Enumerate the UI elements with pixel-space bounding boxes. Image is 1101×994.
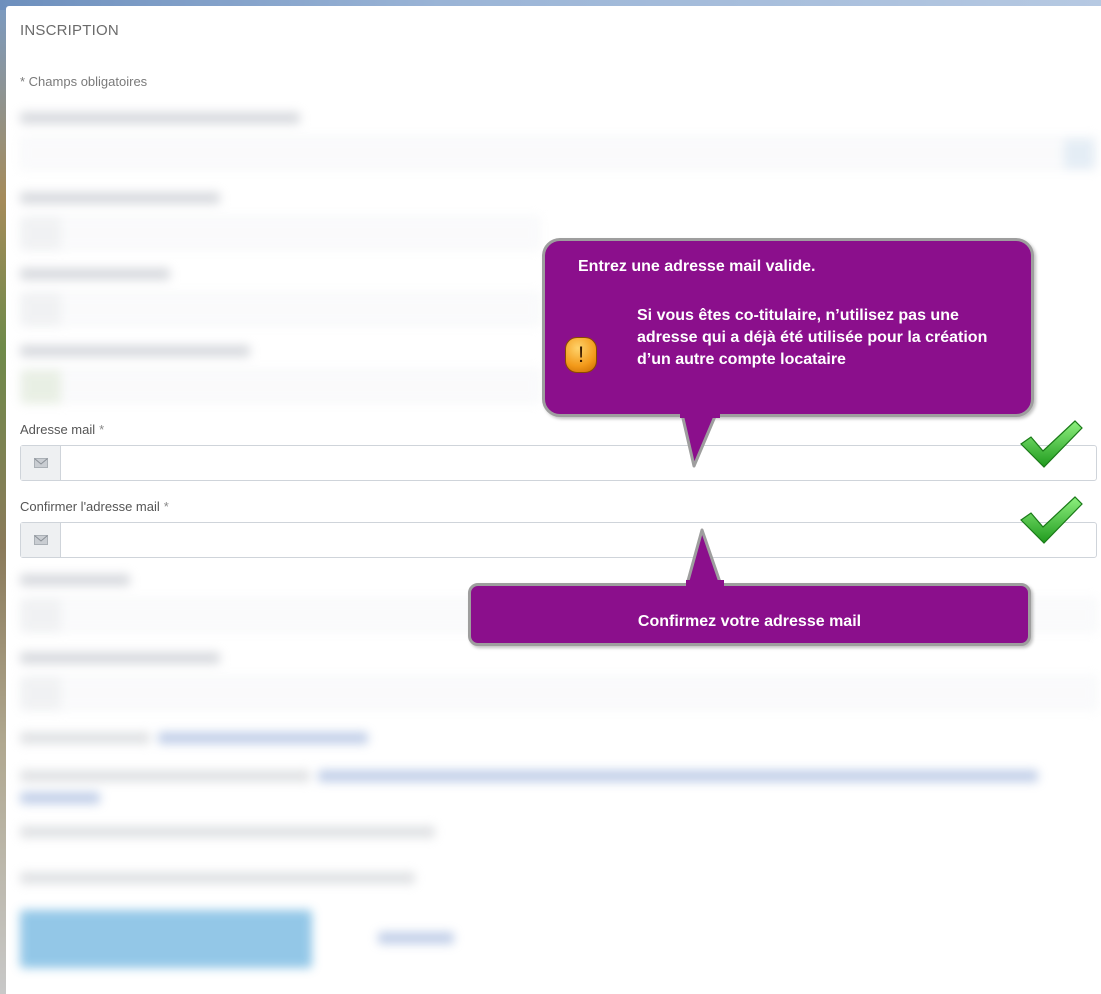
email-hint-title: Entrez une adresse mail valide. xyxy=(578,258,816,275)
blurred-terms-checkbox xyxy=(20,732,420,748)
required-mark: * xyxy=(163,499,169,514)
blurred-optin-2 xyxy=(20,872,420,888)
warning-icon: ! xyxy=(565,337,597,373)
email-hint-body: Si vous êtes co-titulaire, n’utilisez pa… xyxy=(637,307,988,368)
confirm-email-field[interactable] xyxy=(61,523,1096,557)
required-fields-note: * Champs obligatoires xyxy=(20,74,148,89)
email-label: Adresse mail * xyxy=(20,422,105,437)
blurred-submit-button xyxy=(20,910,312,968)
check-icon xyxy=(1020,496,1083,544)
confirm-hint-callout: Confirmez votre adresse mail xyxy=(468,583,1031,646)
required-mark: * xyxy=(99,422,105,437)
confirm-hint-tail-cover xyxy=(686,580,724,590)
email-hint-callout-tail xyxy=(680,410,720,468)
blurred-cancel-link xyxy=(378,932,458,946)
check-icon xyxy=(1020,420,1083,468)
blurred-field-1 xyxy=(20,112,1097,172)
blurred-confirm-password-field xyxy=(20,652,1097,712)
mail-icon xyxy=(33,458,48,468)
confirm-email-addon xyxy=(21,523,61,557)
confirm-email-input-group xyxy=(20,522,1097,558)
page-title: INSCRIPTION xyxy=(20,22,119,39)
mail-icon xyxy=(33,535,48,545)
email-field[interactable] xyxy=(61,446,1096,480)
email-addon xyxy=(21,446,61,480)
confirm-email-label: Confirmer l'adresse mail * xyxy=(20,499,169,514)
confirm-hint-text: Confirmez votre adresse mail xyxy=(637,613,862,630)
email-input-group xyxy=(20,445,1097,481)
blurred-optin-1 xyxy=(20,826,440,842)
email-hint-callout: Entrez une adresse mail valide. Si vous … xyxy=(542,238,1034,417)
blurred-privacy-checkbox xyxy=(20,770,1050,810)
